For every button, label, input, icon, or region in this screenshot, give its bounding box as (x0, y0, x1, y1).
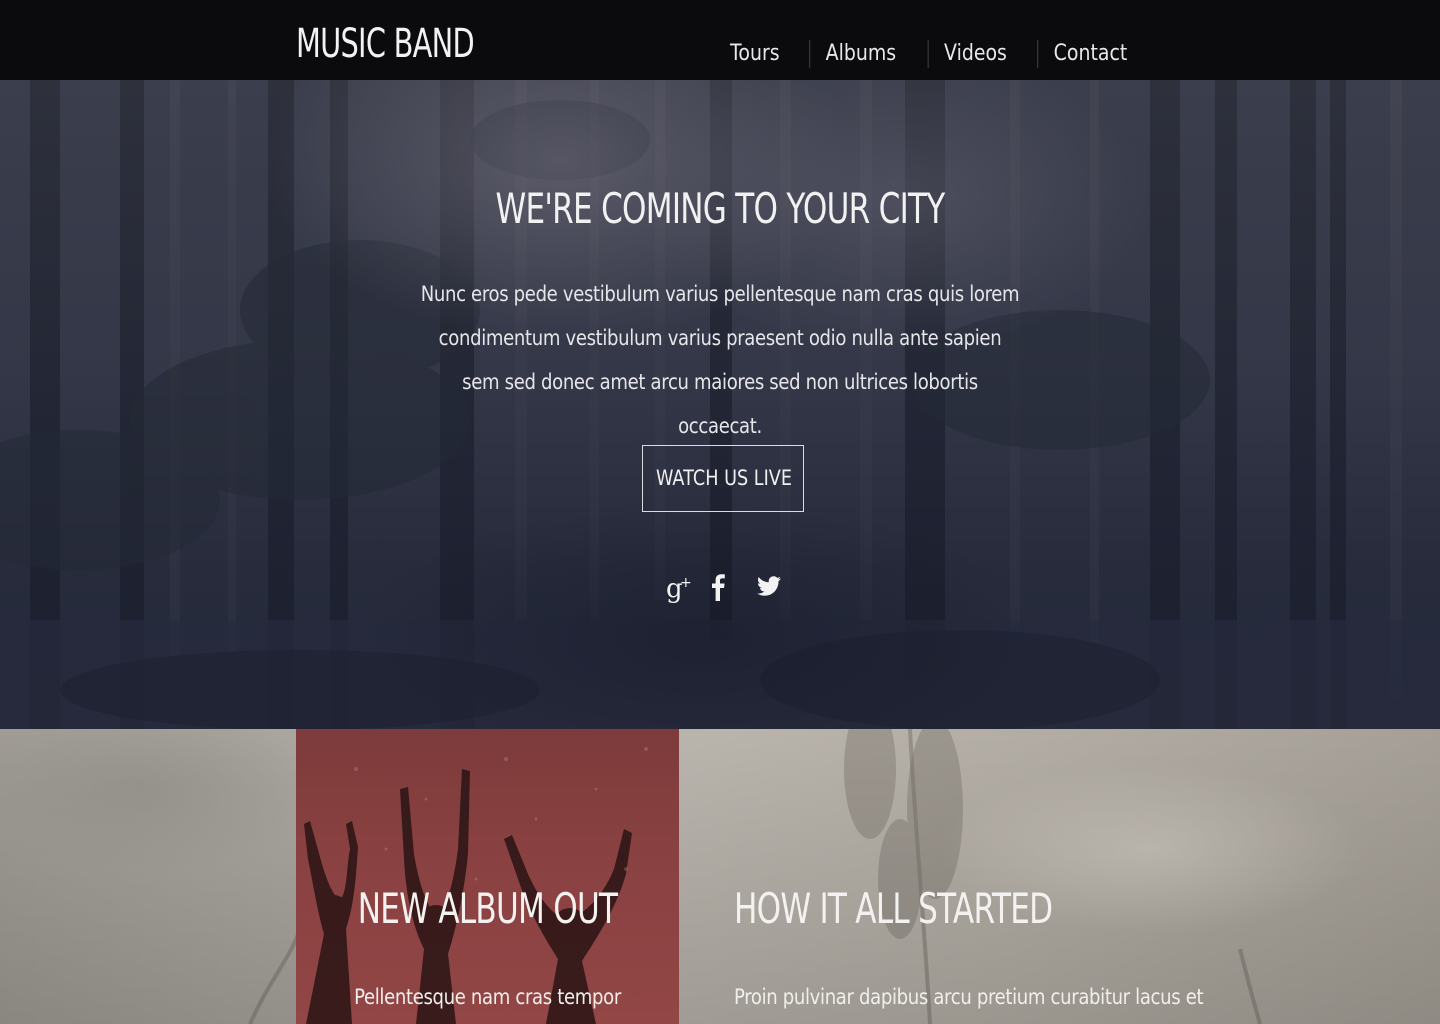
nav-item-contact[interactable]: Contact (1037, 40, 1128, 68)
google-plus-icon[interactable]: g + (664, 567, 694, 607)
hero-section: WE'RE COMING TO YOUR CITY Nunc eros pede… (0, 80, 1440, 729)
svg-text:+: + (680, 575, 692, 591)
facebook-icon[interactable] (708, 567, 728, 607)
dancers-image (304, 747, 648, 1024)
lower-overlay (0, 729, 1440, 1024)
album-description: Pellentesque nam cras tempor (354, 985, 621, 1009)
album-title: NEW ALBUM OUT (357, 884, 618, 933)
new-album-card[interactable]: NEW ALBUM OUT Pellentesque nam cras temp… (296, 729, 679, 1024)
watch-us-live-button[interactable]: WATCH US LIVE (642, 445, 804, 512)
nav-item-videos[interactable]: Videos (928, 40, 1023, 68)
watch-us-live-label: WATCH US LIVE (655, 466, 793, 490)
story-description: Proin pulvinar dapibus arcu pretium cura… (734, 985, 1204, 1009)
twitter-icon[interactable] (756, 567, 784, 607)
site-header: MUSIC BAND Tours Albums Videos Contact (0, 0, 1440, 80)
brand-logo[interactable]: MUSIC BAND (296, 20, 475, 68)
main-nav: Tours Albums Videos Contact (708, 40, 1135, 68)
social-links: g + (664, 567, 788, 607)
hero-title: WE'RE COMING TO YOUR CITY (495, 184, 945, 233)
nav-item-albums[interactable]: Albums (809, 40, 912, 68)
nav-item-tours[interactable]: Tours (714, 40, 795, 68)
hero-description: Nunc eros pede vestibulum varius pellent… (420, 282, 1020, 438)
story-title: HOW IT ALL STARTED (734, 884, 1053, 933)
about-section: NEW ALBUM OUT Pellentesque nam cras temp… (0, 729, 1440, 1024)
